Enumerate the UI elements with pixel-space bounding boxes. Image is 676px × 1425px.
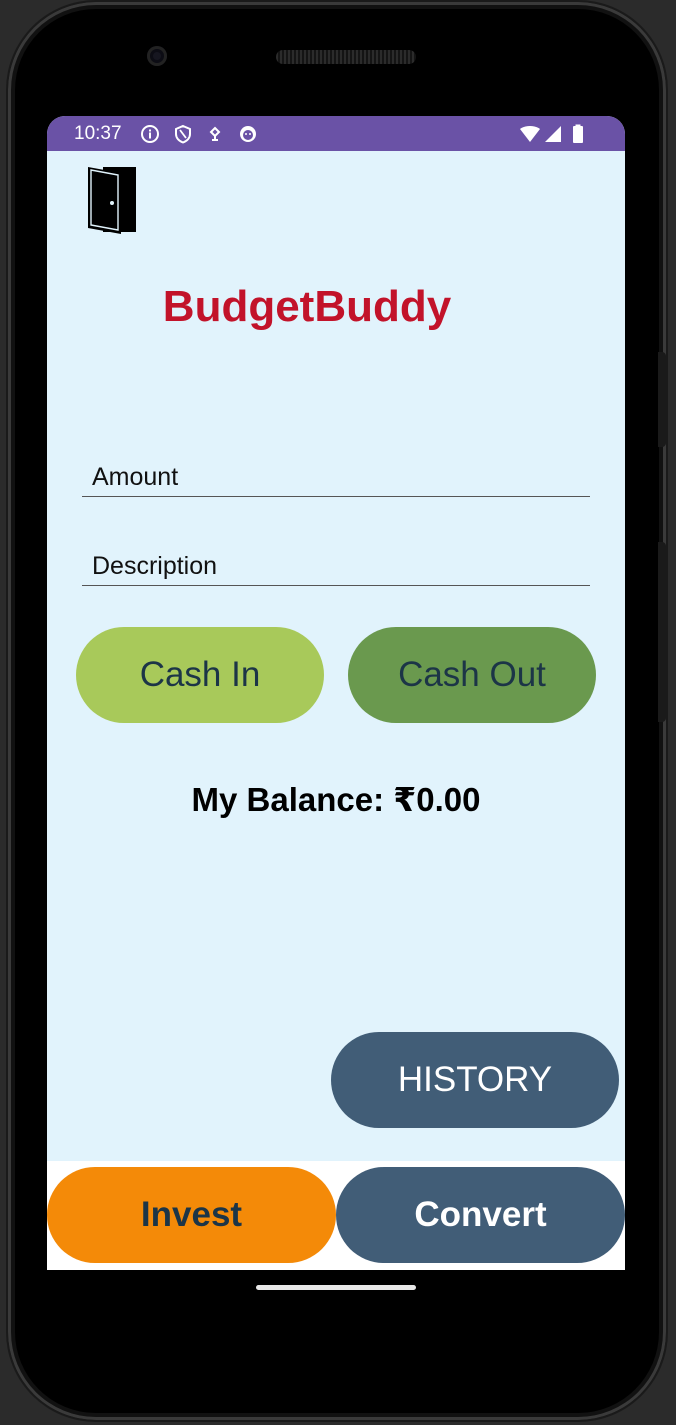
door-exit-icon[interactable] [87,166,137,236]
power-button [658,352,666,447]
amount-field [82,448,590,497]
volume-button [658,542,666,722]
status-time: 10:37 [74,123,122,144]
invest-button[interactable]: Invest [47,1167,336,1263]
location-icon [209,126,221,141]
wifi-icon [520,126,540,142]
info-icon [141,125,159,143]
convert-button[interactable]: Convert [336,1167,625,1263]
description-input[interactable] [92,552,582,581]
home-indicator[interactable] [256,1285,416,1290]
earpiece-speaker [276,50,416,64]
smiley-icon [240,126,256,142]
app-title: BudgetBuddy [162,282,452,331]
signal-icon [545,126,561,142]
status-bar: 10:37 [47,116,625,151]
cash-in-button[interactable]: Cash In [76,627,324,723]
history-button[interactable]: HISTORY [331,1032,619,1128]
cash-out-button[interactable]: Cash Out [348,627,596,723]
app-screen: 10:37 BudgetBuddy Amount Description Cas… [47,116,625,1270]
amount-input[interactable] [92,463,582,492]
balance-text: My Balance: ₹0.00 [191,781,481,818]
description-field [82,537,590,586]
bottom-action-bar: Invest Convert [47,1161,625,1270]
shield-icon [175,124,191,144]
battery-icon [573,124,583,143]
front-camera [147,46,167,66]
